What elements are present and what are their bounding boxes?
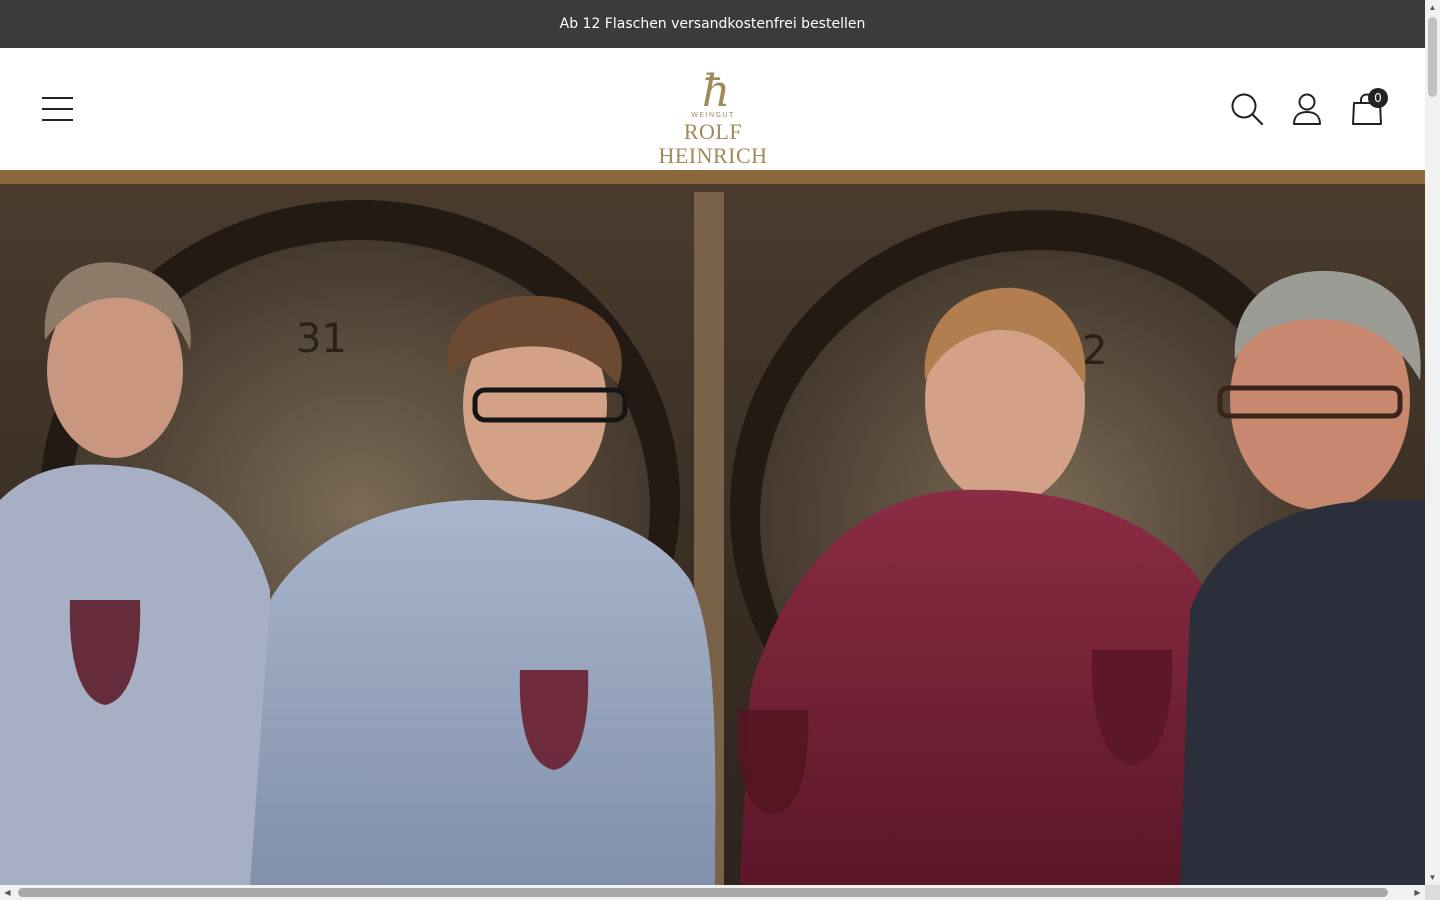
announcement-bar: Ab 12 Flaschen versandkostenfrei bestell… bbox=[0, 0, 1425, 48]
announcement-text: Ab 12 Flaschen versandkostenfrei bestell… bbox=[559, 16, 866, 32]
barrel-number-right: 2 bbox=[1082, 328, 1107, 374]
vertical-scrollbar[interactable]: ▲ ▼ bbox=[1425, 0, 1440, 885]
barrel-number-left: 31 bbox=[296, 316, 347, 362]
menu-button[interactable] bbox=[42, 96, 74, 122]
hero-photo: 31 2 bbox=[0, 170, 1425, 885]
user-icon bbox=[1293, 93, 1321, 125]
horizontal-scrollbar[interactable]: ◀ ▶ bbox=[0, 885, 1425, 900]
account-button[interactable] bbox=[1290, 92, 1324, 126]
ceiling-beam bbox=[0, 170, 1425, 184]
search-icon bbox=[1231, 93, 1264, 126]
cart-button[interactable]: 0 bbox=[1350, 88, 1388, 126]
person-1-shirt bbox=[0, 464, 270, 885]
search-button[interactable] bbox=[1230, 92, 1264, 126]
hero-image: 31 2 bbox=[0, 170, 1425, 885]
site-header: ħ WEINGUT ROLF HEINRICH 0 bbox=[0, 48, 1425, 170]
logo-mark: ħ bbox=[701, 66, 731, 117]
scroll-left-arrow-icon[interactable]: ◀ bbox=[0, 885, 15, 900]
site-logo[interactable]: ħ WEINGUT ROLF HEINRICH bbox=[630, 66, 796, 168]
scroll-down-arrow-icon[interactable]: ▼ bbox=[1425, 870, 1440, 885]
hamburger-icon-line bbox=[42, 97, 73, 99]
horizontal-scroll-thumb[interactable] bbox=[18, 888, 1388, 897]
scrollbar-corner bbox=[1425, 885, 1440, 900]
cart-count-badge: 0 bbox=[1368, 88, 1388, 108]
hamburger-icon-line bbox=[42, 108, 73, 110]
logo-name: ROLF HEINRICH bbox=[658, 119, 768, 168]
scroll-up-arrow-icon[interactable]: ▲ bbox=[1425, 0, 1440, 15]
vertical-scroll-thumb[interactable] bbox=[1428, 17, 1437, 97]
hamburger-icon-line bbox=[42, 119, 73, 121]
person-2-shirt bbox=[250, 500, 716, 885]
scroll-right-arrow-icon[interactable]: ▶ bbox=[1410, 885, 1425, 900]
